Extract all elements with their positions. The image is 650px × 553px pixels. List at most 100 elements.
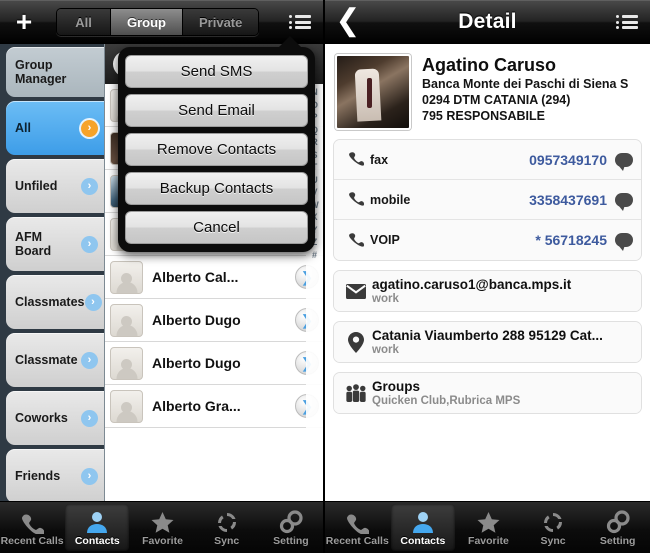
send-sms-button[interactable]: Send SMS xyxy=(125,55,308,88)
groups-group[interactable]: Groups Quicken Club,Rubrica MPS xyxy=(333,372,642,414)
filter-segmented-control[interactable]: All Group Private xyxy=(56,8,260,36)
segment-all[interactable]: All xyxy=(57,9,111,35)
phone-number[interactable]: 3358437691 xyxy=(529,192,615,208)
group-item-classmates[interactable]: Classmates › xyxy=(6,275,104,329)
gears-icon xyxy=(605,508,631,534)
address-group[interactable]: Catania Viaumberto 288 95129 Cat... work xyxy=(333,321,642,363)
tab-favorite[interactable]: Favorite xyxy=(130,502,194,553)
tab-recent-calls[interactable]: Recent Calls xyxy=(325,502,390,553)
message-bubble-icon[interactable] xyxy=(615,192,633,211)
star-icon xyxy=(476,508,501,534)
tab-sync[interactable]: Sync xyxy=(521,502,586,553)
avatar xyxy=(110,346,143,380)
phone-row-mobile[interactable]: mobile 3358437691 xyxy=(334,180,641,220)
contact-company: Banca Monte dei Paschi di Siena S xyxy=(422,77,629,91)
segment-group[interactable]: Group xyxy=(111,9,183,35)
segment-private[interactable]: Private xyxy=(183,9,259,35)
envelope-icon xyxy=(342,283,370,299)
star-icon xyxy=(150,508,175,534)
send-email-button[interactable]: Send Email xyxy=(125,94,308,127)
tab-recent-calls[interactable]: Recent Calls xyxy=(0,502,64,553)
group-item-unfiled[interactable]: Unfiled › xyxy=(6,159,104,213)
contact-row[interactable]: Alberto Gra... ❯ xyxy=(105,385,323,428)
person-icon xyxy=(85,508,109,534)
phone-number[interactable]: 0957349170 xyxy=(529,152,615,168)
message-bubble-icon[interactable] xyxy=(615,152,633,171)
tab-setting[interactable]: Setting xyxy=(585,502,650,553)
tab-setting[interactable]: Setting xyxy=(259,502,323,553)
chevron-right-icon: › xyxy=(84,293,102,311)
address-row[interactable]: Catania Viaumberto 288 95129 Cat... work xyxy=(334,322,641,362)
contact-header: Agatino Caruso Banca Monte dei Paschi di… xyxy=(325,44,650,139)
phone-row-voip[interactable]: VOIP * 56718245 xyxy=(334,220,641,260)
tab-sync[interactable]: Sync xyxy=(195,502,259,553)
contact-photo xyxy=(335,54,411,130)
group-manager-header: Group Manager xyxy=(6,47,104,97)
groups-row[interactable]: Groups Quicken Club,Rubrica MPS xyxy=(334,373,641,413)
group-item-afm-board[interactable]: AFM Board › xyxy=(6,217,104,271)
phone-row-fax[interactable]: fax 0957349170 xyxy=(334,140,641,180)
contact-row[interactable]: Alberto Cal... ❯ xyxy=(105,256,323,299)
page-title: Detail xyxy=(458,10,517,33)
dual-screenshot: + All Group Private Group Manager All › … xyxy=(0,0,650,553)
group-item-all[interactable]: All › xyxy=(6,101,104,155)
phone-numbers-group: fax 0957349170 mobile 3358437691 VOIP * … xyxy=(333,139,642,261)
popover-arrow xyxy=(277,36,303,49)
back-chevron-icon[interactable]: ❮ xyxy=(325,0,371,44)
tab-label: Favorite xyxy=(142,535,183,547)
phone-label: mobile xyxy=(370,192,411,207)
sync-icon xyxy=(541,508,565,534)
contact-row[interactable]: Alberto Dugo ❯ xyxy=(105,299,323,342)
right-tab-bar: Recent Calls Contacts Favorite Sync Sett… xyxy=(325,501,650,553)
cancel-button[interactable]: Cancel xyxy=(125,211,308,244)
email-row[interactable]: agatino.caruso1@banca.mps.it work xyxy=(334,271,641,311)
contact-name: Alberto Gra... xyxy=(152,398,241,414)
add-contact-button[interactable]: + xyxy=(0,0,48,44)
groups-value: Quicken Club,Rubrica MPS xyxy=(372,395,521,407)
group-item-label: Classmates xyxy=(15,295,85,309)
right-phone-screen: ❮ Detail Agatino Caruso Banca Monte dei … xyxy=(325,0,650,553)
group-item-friends[interactable]: Friends › xyxy=(6,449,104,501)
tab-label: Favorite xyxy=(468,535,509,547)
people-icon xyxy=(342,383,370,403)
remove-contacts-button[interactable]: Remove Contacts xyxy=(125,133,308,166)
email-group[interactable]: agatino.caruso1@banca.mps.it work xyxy=(333,270,642,312)
backup-contacts-button[interactable]: Backup Contacts xyxy=(125,172,308,205)
left-phone-screen: + All Group Private Group Manager All › … xyxy=(0,0,325,553)
left-top-bar: + All Group Private xyxy=(0,0,323,44)
detail-content: Agatino Caruso Banca Monte dei Paschi di… xyxy=(325,44,650,501)
contact-name: Alberto Dugo xyxy=(152,312,241,328)
chevron-right-icon: › xyxy=(81,119,98,137)
tab-contacts[interactable]: Contacts xyxy=(390,504,456,551)
tab-label: Recent Calls xyxy=(325,535,389,547)
phone-number[interactable]: * 56718245 xyxy=(535,232,615,248)
message-bubble-icon[interactable] xyxy=(615,233,633,251)
list-menu-icon[interactable] xyxy=(604,0,650,44)
phone-icon xyxy=(342,191,370,208)
tab-favorite[interactable]: Favorite xyxy=(456,502,521,553)
address-value: Catania Viaumberto 288 95129 Cat... xyxy=(372,328,603,343)
phone-icon xyxy=(345,508,370,534)
action-sheet: Send SMS Send Email Remove Contacts Back… xyxy=(118,47,315,252)
chevron-right-icon: › xyxy=(81,409,98,427)
group-item-coworks[interactable]: Coworks › xyxy=(6,391,104,445)
gears-icon xyxy=(278,508,304,534)
contact-row[interactable]: Alberto Dugo ❯ xyxy=(105,342,323,385)
contact-name: Agatino Caruso xyxy=(422,55,557,75)
tab-label: Setting xyxy=(599,535,636,547)
phone-icon xyxy=(20,508,45,534)
groups-title: Groups xyxy=(372,379,421,394)
avatar xyxy=(110,303,143,337)
group-item-label: Classmate xyxy=(15,353,78,367)
chevron-right-icon: › xyxy=(81,235,98,253)
tab-contacts[interactable]: Contacts xyxy=(65,504,130,551)
phone-icon xyxy=(342,232,370,249)
group-item-label: Coworks xyxy=(15,411,68,425)
group-item-classmate[interactable]: Classmate › xyxy=(6,333,104,387)
email-address: agatino.caruso1@banca.mps.it xyxy=(372,277,572,292)
contact-role: 795 RESPONSABILE xyxy=(422,109,545,123)
detail-top-bar: ❮ Detail xyxy=(325,0,650,44)
phone-icon xyxy=(342,151,370,168)
plus-icon: + xyxy=(15,6,33,37)
sync-icon xyxy=(215,508,239,534)
